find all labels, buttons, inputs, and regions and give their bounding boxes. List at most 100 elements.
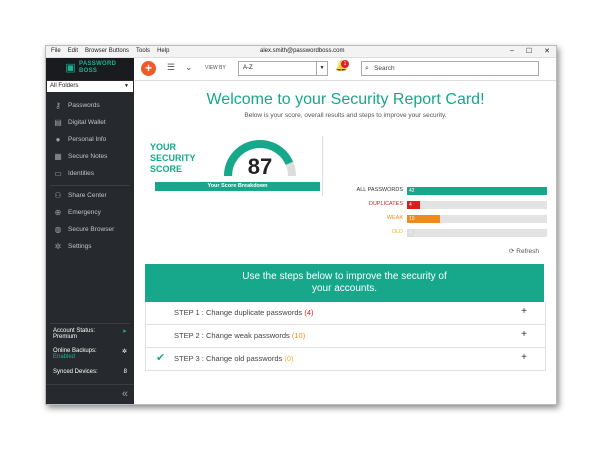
logo: ▣ PASSWORD BOSS: [46, 58, 134, 80]
close-button[interactable]: ✕: [544, 47, 550, 55]
menu-help[interactable]: Help: [157, 48, 169, 54]
password-stat-label: DUPLICATES: [368, 201, 403, 207]
step-label: STEP 2 : Change weak passwords: [174, 331, 290, 340]
search-placeholder: Search: [374, 65, 395, 72]
menu-tools[interactable]: Tools: [136, 48, 150, 54]
sidebar-item-emergency[interactable]: ⊕ Emergency: [46, 205, 134, 221]
chevron-right-icon[interactable]: ➤: [122, 328, 127, 335]
sidebar-item-secure-browser[interactable]: ◍ Secure Browser: [46, 222, 134, 238]
search-input[interactable]: ⌕ Search: [361, 61, 539, 76]
sidebar-item-settings[interactable]: ✲ Settings: [46, 239, 134, 255]
expand-icon[interactable]: +: [521, 329, 527, 340]
password-stat-count: 4: [409, 202, 412, 208]
add-item-button[interactable]: +: [141, 61, 156, 76]
password-stat-count: 10: [409, 216, 415, 222]
refresh-label: Refresh: [516, 248, 540, 255]
logo-text-line2: BOSS: [79, 68, 98, 74]
logo-text-line1: PASSWORD: [79, 61, 117, 67]
sidebar-item-identities[interactable]: ▭ Identities: [46, 166, 134, 182]
sidebar-item-secure-notes[interactable]: ▦ Secure Notes: [46, 149, 134, 165]
view-by-label: VIEW BY: [205, 65, 226, 71]
password-stat-bar: 0: [407, 229, 547, 237]
password-stat-label: ALL PASSWORDS: [356, 187, 403, 193]
sidebar-item-label: Secure Browser: [68, 226, 115, 233]
wallet-icon: ▤: [54, 118, 62, 127]
password-stat-row: OLD 0: [331, 228, 551, 237]
sidebar: ▣ PASSWORD BOSS All Folders ▼ ⚷ Password…: [46, 58, 134, 404]
menu-edit[interactable]: Edit: [68, 48, 78, 54]
app-window: File Edit Browser Buttons Tools Help ale…: [45, 45, 557, 405]
globe-icon: ◍: [54, 225, 62, 234]
sidebar-collapse[interactable]: «: [46, 384, 134, 405]
step-text: STEP 3 : Change old passwords (0): [174, 354, 294, 363]
sidebar-item-label: Digital Wallet: [68, 119, 106, 126]
step-label: STEP 1 : Change duplicate passwords: [174, 308, 303, 317]
share-icon: ⚇: [54, 191, 62, 200]
sidebar-item-share-center[interactable]: ⚇ Share Center: [46, 188, 134, 204]
maximize-button[interactable]: ☐: [526, 47, 532, 55]
online-backups: Online Backups: ✲ Enabled: [53, 348, 129, 360]
person-icon: ●: [55, 135, 61, 144]
step-count: (10): [291, 331, 306, 340]
double-chevron-left-icon[interactable]: «: [122, 388, 128, 400]
list-view-icon[interactable]: ☰: [167, 62, 175, 73]
synced-devices-count: 8: [123, 369, 127, 375]
score-gauge: 87: [224, 140, 296, 179]
sidebar-item-label: Passwords: [68, 102, 100, 109]
logo-icon: ▣: [65, 62, 76, 74]
step-3-row[interactable]: ✔ STEP 3 : Change old passwords (0) +: [145, 348, 546, 371]
sidebar-item-digital-wallet[interactable]: ▤ Digital Wallet: [46, 115, 134, 131]
score-breakdown-button[interactable]: Your Score Breakdown: [155, 182, 320, 191]
user-email: alex.smith@passwordboss.com: [260, 48, 345, 54]
sidebar-item-personal-info[interactable]: ● Personal Info: [46, 132, 134, 148]
chevron-down-icon: ▼: [316, 62, 327, 75]
score-panel: YOUR SECURITY SCORE 87 Your Score Breakd…: [145, 136, 320, 192]
expand-icon[interactable]: +: [521, 306, 527, 317]
step-1-row[interactable]: STEP 1 : Change duplicate passwords (4) …: [145, 302, 546, 325]
score-label-line2: SECURITY: [150, 153, 196, 163]
refresh-button[interactable]: ⟳ Refresh: [509, 247, 539, 255]
account-status: Account Status: ➤ Premium: [53, 328, 129, 340]
lifebuoy-icon: ⊕: [54, 208, 62, 217]
sidebar-item-label: Identities: [68, 170, 95, 177]
password-stat-label: OLD: [391, 229, 403, 235]
improve-banner: Use the steps below to improve the secur…: [145, 264, 544, 302]
menu-file[interactable]: File: [51, 48, 61, 54]
panel-divider: [322, 136, 323, 196]
search-icon: ⌕: [365, 65, 369, 72]
expand-icon[interactable]: +: [521, 352, 527, 363]
menu-browser-buttons[interactable]: Browser Buttons: [85, 48, 129, 54]
step-2-row[interactable]: STEP 2 : Change weak passwords (10) +: [145, 325, 546, 348]
online-backups-value: Enabled: [53, 354, 76, 360]
checkmark-icon: ✔: [156, 352, 166, 364]
step-count: (0): [284, 354, 294, 363]
password-stat-row: WEAK 10: [331, 214, 551, 223]
key-icon: ⚷: [55, 101, 61, 110]
sidebar-item-label: Share Center: [68, 192, 107, 199]
sidebar-divider: [50, 323, 130, 324]
minimize-button[interactable]: –: [510, 47, 514, 55]
menu-bar: File Edit Browser Buttons Tools Help ale…: [46, 46, 556, 58]
step-label: STEP 3 : Change old passwords: [174, 354, 283, 363]
step-count: (4): [304, 308, 314, 317]
note-icon: ▦: [54, 152, 62, 161]
sidebar-divider: [50, 185, 130, 186]
page-title: Welcome to your Security Report Card!: [206, 91, 485, 108]
password-stat-bar: 42: [407, 187, 547, 195]
sidebar-item-label: Personal Info: [68, 136, 107, 143]
score-label-line3: SCORE: [150, 164, 183, 174]
sidebar-item-label: Secure Notes: [68, 153, 108, 160]
password-stat-count: 42: [409, 188, 415, 194]
account-status-value: Premium: [53, 334, 78, 340]
score-value: 87: [248, 154, 272, 179]
sidebar-item-passwords[interactable]: ⚷ Passwords: [46, 98, 134, 114]
gear-icon[interactable]: ✲: [122, 348, 127, 355]
chevron-down-icon[interactable]: ⌄: [185, 62, 193, 73]
sidebar-item-label: Emergency: [68, 209, 101, 216]
folder-select[interactable]: All Folders ▼: [47, 81, 133, 92]
sort-select[interactable]: A-Z ▼: [238, 61, 328, 76]
chevron-down-icon: ▼: [124, 83, 129, 89]
password-stat-count: 0: [409, 230, 412, 236]
refresh-icon: ⟳: [509, 248, 515, 255]
password-stat-label: WEAK: [386, 215, 403, 221]
